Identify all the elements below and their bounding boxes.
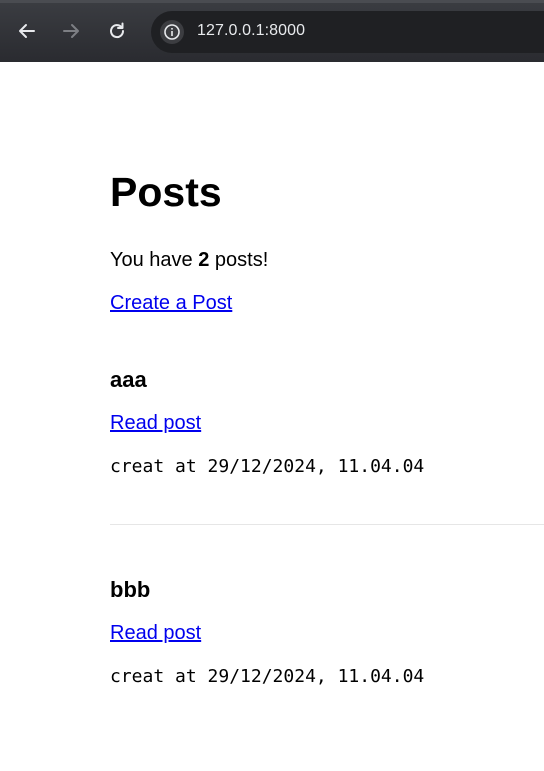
count-prefix: You have bbox=[110, 249, 199, 271]
toolbar-top-edge bbox=[0, 0, 544, 3]
post-divider bbox=[110, 524, 544, 525]
read-post-link[interactable]: Read post bbox=[110, 621, 201, 645]
address-bar[interactable]: 127.0.0.1:8000 bbox=[151, 11, 544, 53]
post-created-date: creat at 29/12/2024, 11.04.04 bbox=[110, 456, 425, 477]
url-text[interactable]: 127.0.0.1:8000 bbox=[197, 22, 305, 40]
create-post-link[interactable]: Create a Post bbox=[110, 291, 232, 315]
info-icon bbox=[164, 24, 180, 40]
post-count: 2 bbox=[198, 249, 210, 271]
reload-button[interactable] bbox=[103, 17, 131, 45]
post-created-date: creat at 29/12/2024, 11.04.04 bbox=[110, 666, 425, 687]
post-count-line: You have 2 posts! bbox=[110, 248, 268, 272]
browser-toolbar: 127.0.0.1:8000 bbox=[0, 0, 544, 62]
arrow-left-icon bbox=[19, 24, 35, 38]
forward-button[interactable] bbox=[57, 17, 85, 45]
post-title: bbb bbox=[110, 577, 151, 602]
count-suffix: posts! bbox=[209, 249, 269, 271]
page-title: Posts bbox=[110, 169, 222, 215]
arrow-right-icon bbox=[63, 24, 79, 38]
back-button[interactable] bbox=[13, 17, 41, 45]
site-info-button[interactable] bbox=[160, 20, 184, 44]
read-post-link[interactable]: Read post bbox=[110, 411, 201, 435]
reload-icon bbox=[110, 22, 125, 39]
post-title: aaa bbox=[110, 367, 147, 392]
